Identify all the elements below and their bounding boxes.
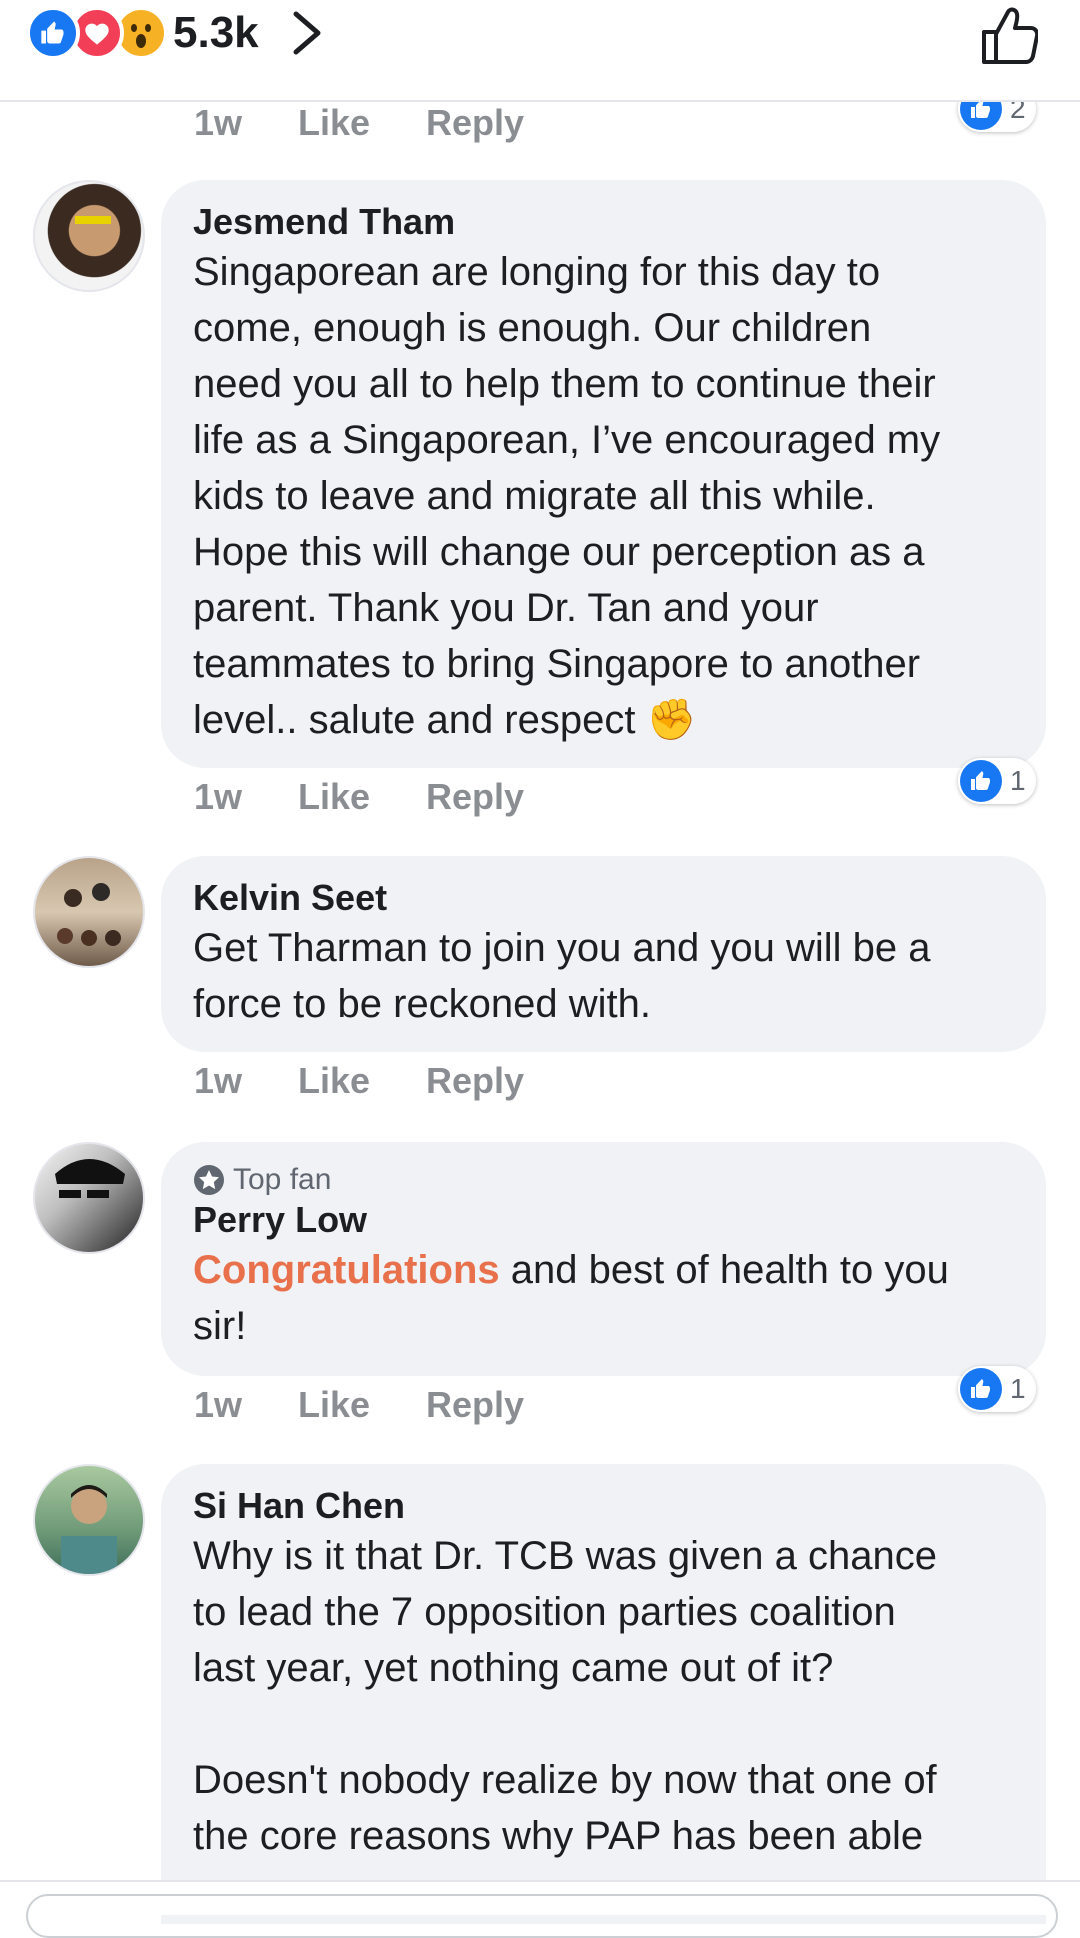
comment-author[interactable]: Si Han Chen <box>193 1484 1014 1528</box>
comment-text: Why is it that Dr. TCB was given a chanc… <box>193 1534 938 1858</box>
comment-meta: 1w Like Reply <box>194 1060 524 1102</box>
raised-fist-emoji: ✊ <box>646 698 697 742</box>
comment-like-badge[interactable]: 1 <box>958 1366 1036 1412</box>
comment-like-badge[interactable]: 1 <box>958 758 1036 804</box>
reaction-count[interactable]: 5.3k <box>173 8 259 58</box>
comment-bubble: Jesmend Tham Singaporean are longing for… <box>161 180 1046 768</box>
like-link[interactable]: Like <box>298 1384 426 1426</box>
reply-link[interactable]: Reply <box>426 102 524 144</box>
comment-meta: 1w Like Reply <box>194 776 524 818</box>
comment-author[interactable]: Kelvin Seet <box>193 876 1014 920</box>
comment-bubble: Kelvin Seet Get Tharman to join you and … <box>161 856 1046 1052</box>
like-thumb-icon[interactable] <box>978 4 1038 66</box>
chevron-right-icon[interactable] <box>288 10 328 56</box>
comment-time: 1w <box>194 1060 243 1101</box>
like-link[interactable]: Like <box>298 1060 426 1102</box>
reply-link[interactable]: Reply <box>426 1384 524 1426</box>
comment-input[interactable] <box>26 1894 1058 1938</box>
comment-author[interactable]: Perry Low <box>193 1198 1014 1242</box>
reply-link[interactable]: Reply <box>426 776 524 818</box>
like-reaction-icon <box>960 760 1002 802</box>
like-count: 1 <box>1010 1373 1026 1404</box>
comment-text: Singaporean are longing for this day to … <box>193 244 1014 748</box>
star-badge-icon <box>194 1165 224 1195</box>
comment-body: Singaporean are longing for this day to … <box>193 250 941 742</box>
comment-time: 1w <box>194 1384 243 1425</box>
comment-time: 1w <box>194 776 243 817</box>
comment-bubble: Si Han Chen Why is it that Dr. TCB was g… <box>161 1464 1046 1924</box>
reply-link[interactable]: Reply <box>426 1060 524 1102</box>
top-fan-label: Top fan <box>233 1163 332 1196</box>
avatar[interactable] <box>33 180 145 292</box>
comment-time: 1w <box>194 102 243 143</box>
like-link[interactable]: Like <box>298 776 426 818</box>
highlighted-word[interactable]: Congratulations <box>193 1248 500 1292</box>
avatar[interactable] <box>33 1464 145 1576</box>
like-reaction-icon <box>26 6 80 60</box>
like-reaction-icon <box>960 1368 1002 1410</box>
like-link[interactable]: Like <box>298 102 426 144</box>
comment-bubble: Top fan Perry Low Congratulations and be… <box>161 1142 1046 1376</box>
avatar[interactable] <box>33 1142 145 1254</box>
avatar[interactable] <box>33 856 145 968</box>
comment-meta: 1w Like Reply <box>194 1384 524 1426</box>
like-count: 1 <box>1010 765 1026 796</box>
comment-composer[interactable] <box>0 1880 1080 1938</box>
comment-text: Get Tharman to join you and you will be … <box>193 926 931 1026</box>
reaction-icons[interactable] <box>26 6 168 60</box>
comment-author[interactable]: Jesmend Tham <box>193 200 1014 244</box>
reactions-bar[interactable]: 5.3k <box>0 0 1080 102</box>
top-fan-badge: Top fan <box>193 1162 1014 1198</box>
comment-text: Congratulations and best of health to yo… <box>193 1242 1014 1354</box>
comment-meta: 1w Like Reply <box>194 102 524 144</box>
